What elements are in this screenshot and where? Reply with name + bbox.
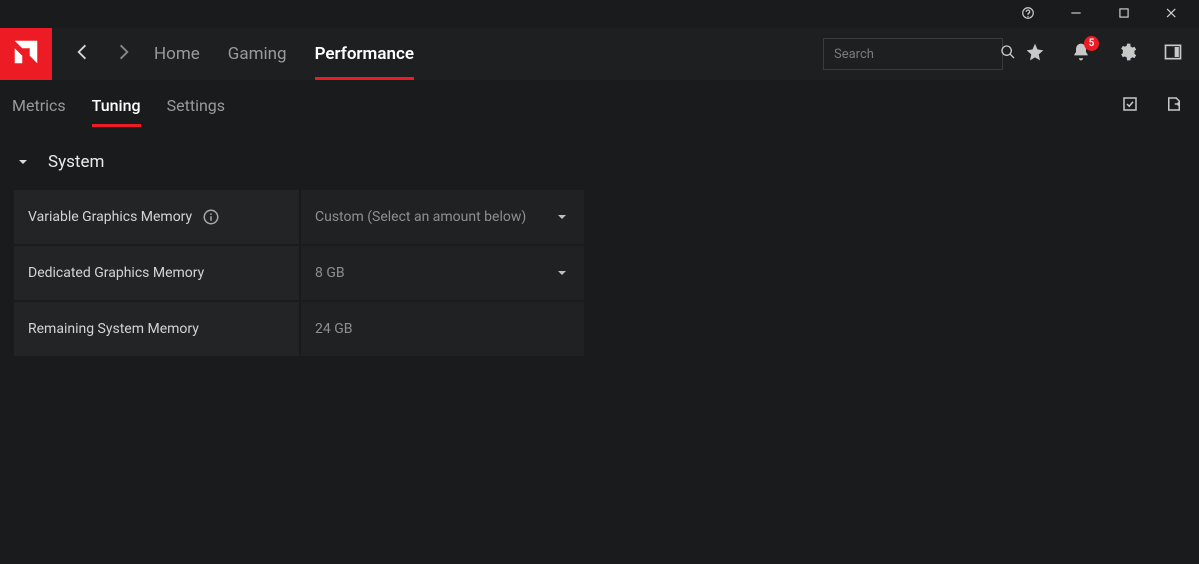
chevron-down-icon bbox=[554, 209, 570, 225]
star-icon bbox=[1025, 42, 1045, 66]
close-icon bbox=[1165, 5, 1179, 24]
window-titlebar bbox=[0, 0, 1199, 28]
settings-grid: Variable Graphics Memory Custom (Select … bbox=[14, 190, 584, 356]
titlebar-help-button[interactable] bbox=[1005, 0, 1051, 28]
subtab-settings[interactable]: Settings bbox=[167, 96, 225, 127]
main-tabs: Home Gaming Performance bbox=[154, 28, 414, 80]
subtabs: Metrics Tuning Settings bbox=[0, 80, 1199, 128]
titlebar-close-button[interactable] bbox=[1149, 0, 1195, 28]
content-area: System Variable Graphics Memory Custom (… bbox=[0, 128, 1199, 380]
section-system-toggle[interactable]: System bbox=[14, 152, 1185, 172]
chevron-down-icon bbox=[554, 265, 570, 281]
setting-label-remaining-system-memory: Remaining System Memory bbox=[14, 302, 299, 356]
search-icon bbox=[1000, 44, 1016, 64]
topbar-right: 5 bbox=[823, 28, 1199, 80]
chevron-down-icon bbox=[14, 153, 32, 171]
setting-value-text: Custom (Select an amount below) bbox=[315, 209, 526, 225]
setting-value-dedicated-graphics-memory[interactable]: 8 GB bbox=[301, 246, 584, 300]
subtab-metrics[interactable]: Metrics bbox=[12, 96, 66, 127]
tab-home[interactable]: Home bbox=[154, 28, 200, 80]
settings-button[interactable] bbox=[1113, 40, 1141, 68]
export-icon bbox=[1165, 95, 1183, 117]
maximize-icon bbox=[1117, 5, 1131, 24]
nav-arrows bbox=[64, 36, 142, 72]
notifications-button[interactable]: 5 bbox=[1067, 40, 1095, 68]
section-title: System bbox=[48, 152, 104, 172]
notification-badge: 5 bbox=[1084, 36, 1099, 51]
gear-icon bbox=[1117, 42, 1137, 66]
dock-right-icon bbox=[1163, 42, 1183, 66]
setting-label-text: Dedicated Graphics Memory bbox=[28, 265, 204, 281]
export-button[interactable] bbox=[1161, 93, 1187, 119]
tab-performance[interactable]: Performance bbox=[315, 28, 414, 80]
arrow-left-icon bbox=[71, 41, 93, 67]
info-icon[interactable] bbox=[202, 208, 220, 226]
titlebar-minimize-button[interactable] bbox=[1053, 0, 1099, 28]
subtab-actions bbox=[1117, 93, 1187, 127]
search-input[interactable] bbox=[834, 47, 1000, 62]
setting-value-text: 24 GB bbox=[315, 321, 352, 337]
arrow-right-icon bbox=[113, 41, 135, 67]
titlebar-maximize-button[interactable] bbox=[1101, 0, 1147, 28]
amd-logo-icon bbox=[11, 37, 41, 71]
settings-row: Variable Graphics Memory Custom (Select … bbox=[14, 190, 584, 244]
nav-back-button[interactable] bbox=[64, 36, 100, 72]
minimize-icon bbox=[1069, 5, 1083, 24]
help-icon bbox=[1021, 5, 1035, 24]
tab-gaming[interactable]: Gaming bbox=[228, 28, 287, 80]
setting-label-text: Variable Graphics Memory bbox=[28, 209, 192, 225]
dock-button[interactable] bbox=[1159, 40, 1187, 68]
setting-label-variable-graphics-memory: Variable Graphics Memory bbox=[14, 190, 299, 244]
settings-row: Dedicated Graphics Memory 8 GB bbox=[14, 246, 584, 300]
nav-forward-button bbox=[106, 36, 142, 72]
reset-button[interactable] bbox=[1117, 93, 1143, 119]
setting-value-text: 8 GB bbox=[315, 265, 345, 281]
amd-logo[interactable] bbox=[0, 28, 52, 80]
setting-value-variable-graphics-memory[interactable]: Custom (Select an amount below) bbox=[301, 190, 584, 244]
setting-value-remaining-system-memory: 24 GB bbox=[301, 302, 584, 356]
setting-label-dedicated-graphics-memory: Dedicated Graphics Memory bbox=[14, 246, 299, 300]
settings-row: Remaining System Memory 24 GB bbox=[14, 302, 584, 356]
search-box[interactable] bbox=[823, 38, 1003, 70]
setting-label-text: Remaining System Memory bbox=[28, 321, 199, 337]
reset-icon bbox=[1121, 95, 1139, 117]
subtab-tuning[interactable]: Tuning bbox=[92, 96, 141, 127]
topbar: Home Gaming Performance 5 bbox=[0, 28, 1199, 80]
favorites-button[interactable] bbox=[1021, 40, 1049, 68]
